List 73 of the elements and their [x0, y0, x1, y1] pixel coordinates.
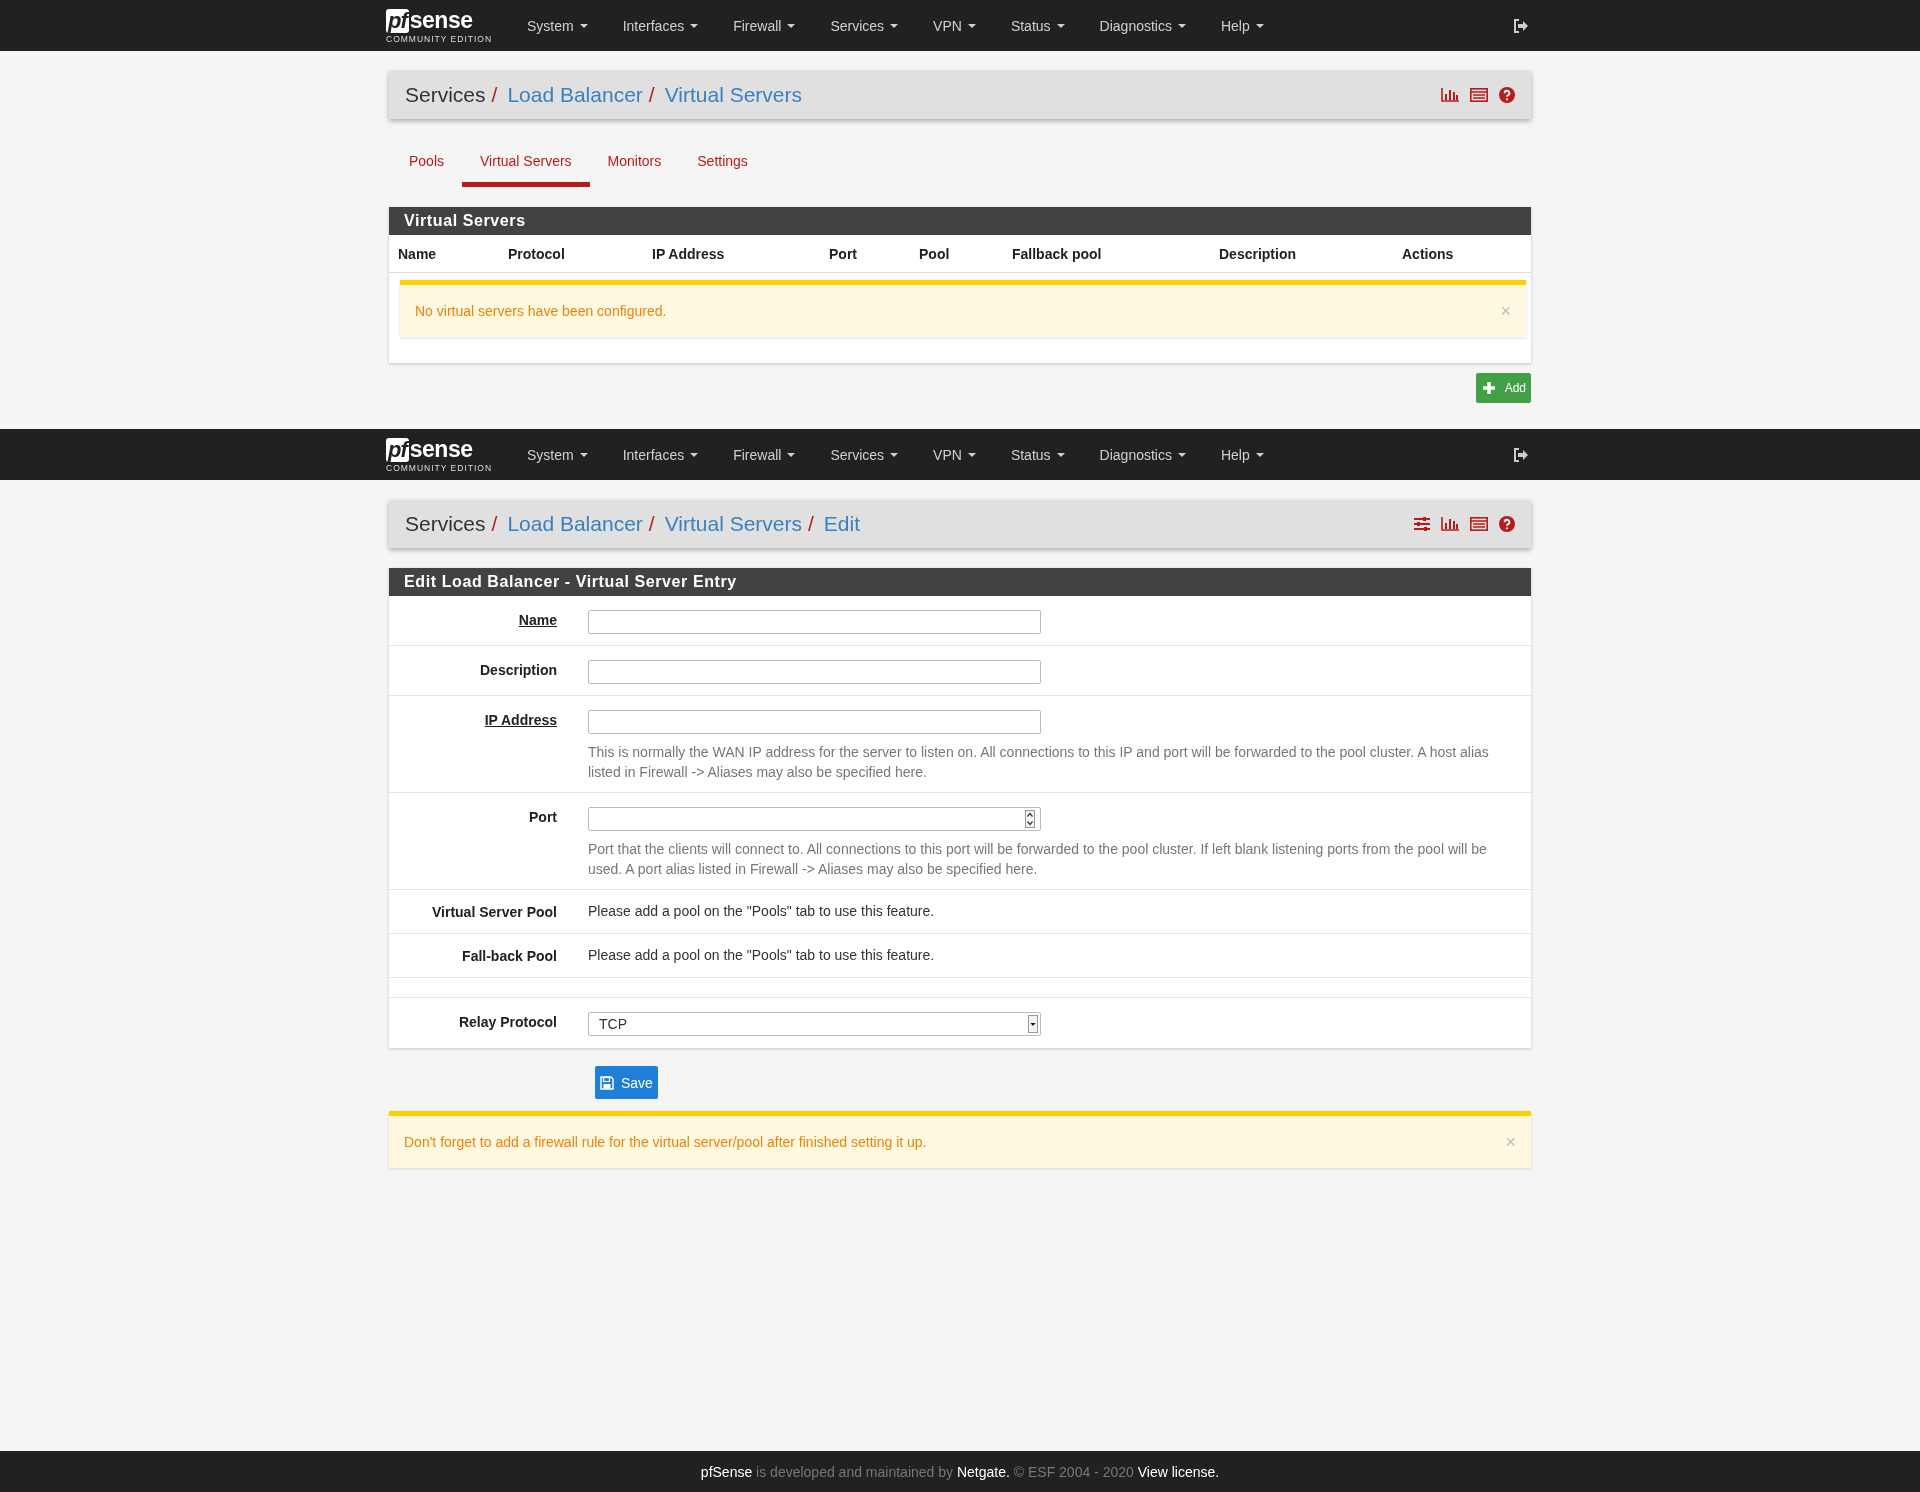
column-header: IP Address [652, 245, 726, 262]
footer-link[interactable]: View license. [1137, 1463, 1220, 1480]
nav-menu-item[interactable]: Interfaces [604, 446, 716, 463]
nav-menu-item[interactable]: VPN [915, 446, 993, 463]
panel-title: Edit Load Balancer - Virtual Server Entry [389, 568, 1531, 596]
footer-link[interactable]: Netgate. [956, 1463, 1010, 1480]
nav-menu-item[interactable]: Status [992, 17, 1082, 34]
tab[interactable]: Settings [679, 149, 766, 187]
field-label: IP Address [484, 712, 557, 728]
plus-icon [1481, 381, 1496, 395]
field-label: Port [529, 809, 557, 825]
nav-menu-item[interactable]: System [509, 17, 605, 34]
tab[interactable]: Monitors [589, 149, 680, 187]
nav-menu-item[interactable]: Firewall [715, 446, 813, 463]
alert-message: Don't forget to add a firewall rule for the virtual server/pool after finished setting it up. [404, 1134, 927, 1150]
field-label: Name [518, 612, 557, 628]
nav-menu-item[interactable]: Status [992, 446, 1082, 463]
field-label: Fall-back Pool [462, 948, 557, 964]
field-note: Please add a pool on the "Pools" tab to use this feature. [588, 947, 935, 963]
nav-menu-item[interactable]: Firewall [715, 17, 813, 34]
breadcrumb-separator: / [648, 83, 655, 107]
field-label: Virtual Server Pool [432, 904, 557, 920]
relay-protocol-select[interactable]: TCP [588, 1012, 1041, 1036]
pfsense-logo[interactable]: pfsense COMMUNITY EDITION [386, 436, 504, 473]
logout-icon[interactable] [1513, 447, 1529, 462]
logout-icon[interactable] [1513, 18, 1529, 33]
column-header: Actions [1402, 245, 1455, 262]
help-icon[interactable] [1499, 516, 1515, 532]
save-button[interactable]: Save [595, 1066, 658, 1099]
number-input-field[interactable] [588, 807, 1041, 831]
footer-text: pfSense is developed and maintained by Netgate. © ESF 2004 - 2020 View license. [700, 1463, 1220, 1480]
sliders-icon[interactable] [1414, 517, 1430, 531]
help-text: This is normally the WAN IP address for the server to listen on. All connections to this IP and port will be forwarded to the pool cluster. A host alias listed in Firewall -> Aliases may also be specified here. [588, 743, 1490, 782]
help-icon[interactable] [1499, 87, 1515, 103]
field-label: Description [480, 662, 557, 678]
breadcrumb-separator: / [808, 512, 814, 536]
breadcrumb-text: Services [405, 512, 486, 536]
column-header: Description [1219, 245, 1297, 262]
nav-menu-item[interactable]: Diagnostics [1081, 446, 1203, 463]
nav-menu-item[interactable]: Help [1202, 446, 1281, 463]
column-header: Port [829, 245, 858, 262]
column-header: Protocol [508, 245, 566, 262]
nav-menu-item[interactable]: VPN [915, 17, 993, 34]
column-header: Fallback pool [1012, 245, 1103, 262]
breadcrumb-text: Services [405, 83, 486, 107]
breadcrumb-separator: / [491, 512, 498, 536]
table-list-icon[interactable] [1470, 517, 1488, 531]
nav-menu-item[interactable]: Diagnostics [1081, 17, 1203, 34]
bar-chart-icon[interactable] [1441, 88, 1459, 102]
footer-link[interactable]: pfSense [700, 1463, 753, 1480]
pfsense-logo[interactable]: pfsense COMMUNITY EDITION [386, 7, 504, 44]
bar-chart-icon[interactable] [1441, 517, 1459, 531]
text-input-field[interactable] [588, 610, 1041, 634]
alert-message: No virtual servers have been configured. [415, 303, 667, 319]
breadcrumb-separator: / [648, 512, 655, 536]
table-list-icon[interactable] [1470, 88, 1488, 102]
tab[interactable]: Pools [391, 149, 463, 187]
tab[interactable]: Virtual Servers [462, 149, 590, 187]
nav-menu-item[interactable]: Services [812, 17, 916, 34]
text-input-field[interactable] [588, 710, 1041, 734]
nav-menu-item[interactable]: Help [1202, 17, 1281, 34]
column-header: Pool [919, 245, 951, 262]
spinner-arrows-icon[interactable] [1025, 810, 1035, 828]
nav-menu-item[interactable]: Services [812, 446, 916, 463]
help-text: Port that the clients will connect to. All connections to this port will be forwarded to the pool cluster. If left blank listening ports from the pool will be used. A port alias listed in Firewall -> Aliases may also be specified here. [588, 840, 1488, 879]
field-label: Relay Protocol [458, 1014, 557, 1030]
nav-menu-item[interactable]: Interfaces [604, 17, 716, 34]
field-note: Please add a pool on the "Pools" tab to use this feature. [588, 903, 935, 919]
breadcrumb-separator: / [491, 83, 498, 107]
column-header: Name [398, 245, 438, 262]
nav-menu-item[interactable]: System [509, 446, 605, 463]
text-input-field[interactable] [588, 660, 1041, 684]
panel-title: Virtual Servers [389, 207, 1531, 235]
